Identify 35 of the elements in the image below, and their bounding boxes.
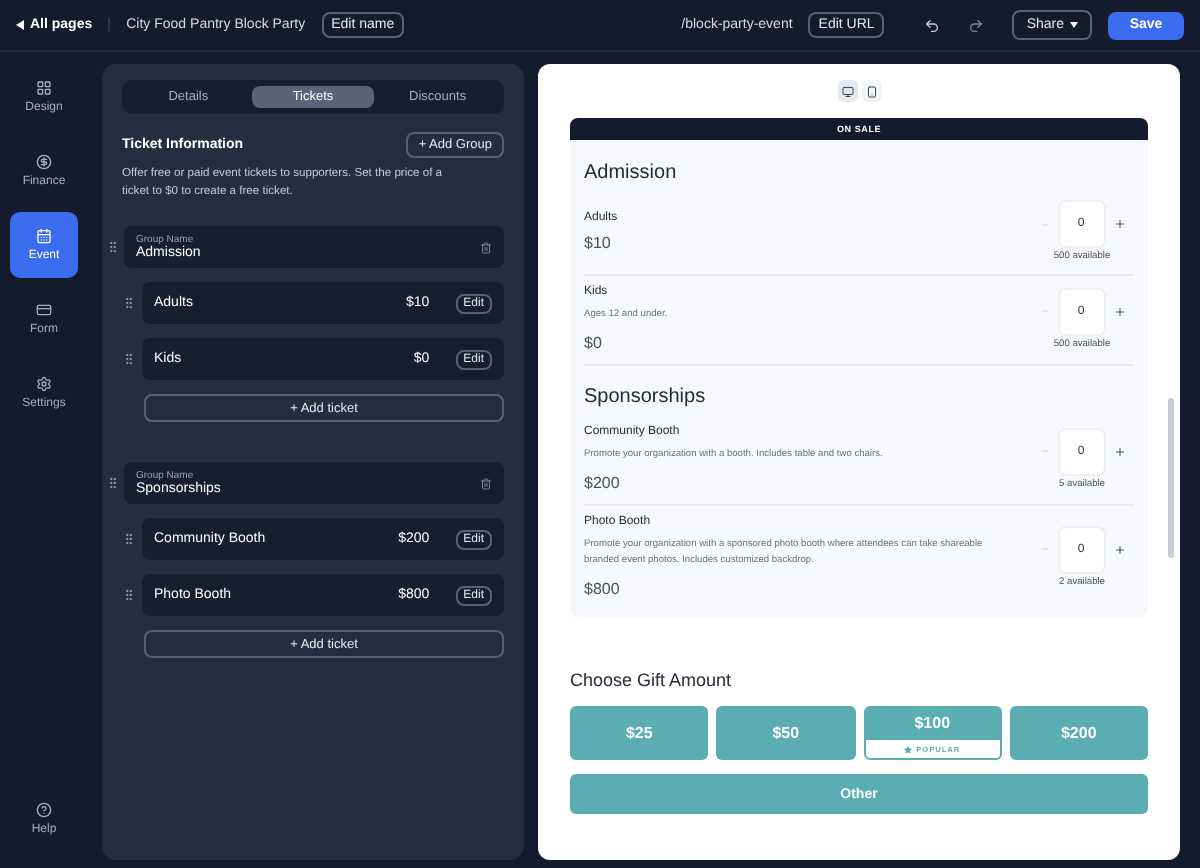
phone-icon xyxy=(865,85,877,97)
plus-icon[interactable] xyxy=(1113,218,1125,230)
help-icon xyxy=(36,802,52,818)
group-title: Admission xyxy=(584,162,679,184)
redo-icon[interactable] xyxy=(968,17,985,33)
plus-icon[interactable] xyxy=(1113,445,1125,457)
gift-title: Choose Gift Amount xyxy=(570,670,734,690)
drag-handle-icon[interactable] xyxy=(106,476,120,490)
desktop-view-button[interactable] xyxy=(837,80,857,102)
ticket-price: $0 xyxy=(584,334,604,352)
undo-icon[interactable] xyxy=(924,17,941,33)
caret-down-icon xyxy=(1070,22,1078,28)
ticket-price: $800 xyxy=(584,580,622,598)
plus-icon[interactable] xyxy=(1113,543,1125,555)
scrollbar[interactable] xyxy=(1168,398,1174,558)
monitor-icon xyxy=(841,85,853,97)
star-icon xyxy=(904,745,913,753)
plus-icon[interactable] xyxy=(1113,305,1125,317)
drag-handle-icon[interactable] xyxy=(122,352,136,366)
sidebar-icon xyxy=(36,376,52,392)
drag-handle-icon[interactable] xyxy=(106,240,120,254)
sidebar-icon xyxy=(36,302,52,318)
drag-handle-icon[interactable] xyxy=(122,532,136,546)
ticket-price: $200 xyxy=(584,474,622,492)
drag-handle-icon[interactable] xyxy=(122,588,136,602)
sidebar-icon xyxy=(36,228,52,244)
trash-icon[interactable] xyxy=(480,241,492,253)
ticket-price: $10 xyxy=(584,234,613,252)
mobile-view-button[interactable] xyxy=(861,80,881,102)
group-title: Sponsorships xyxy=(584,386,708,408)
drag-handle-icon[interactable] xyxy=(122,296,136,310)
trash-icon[interactable] xyxy=(480,477,492,489)
sidebar-icon xyxy=(36,154,52,170)
sidebar-icon xyxy=(36,80,52,96)
caret-left-icon xyxy=(16,20,24,30)
